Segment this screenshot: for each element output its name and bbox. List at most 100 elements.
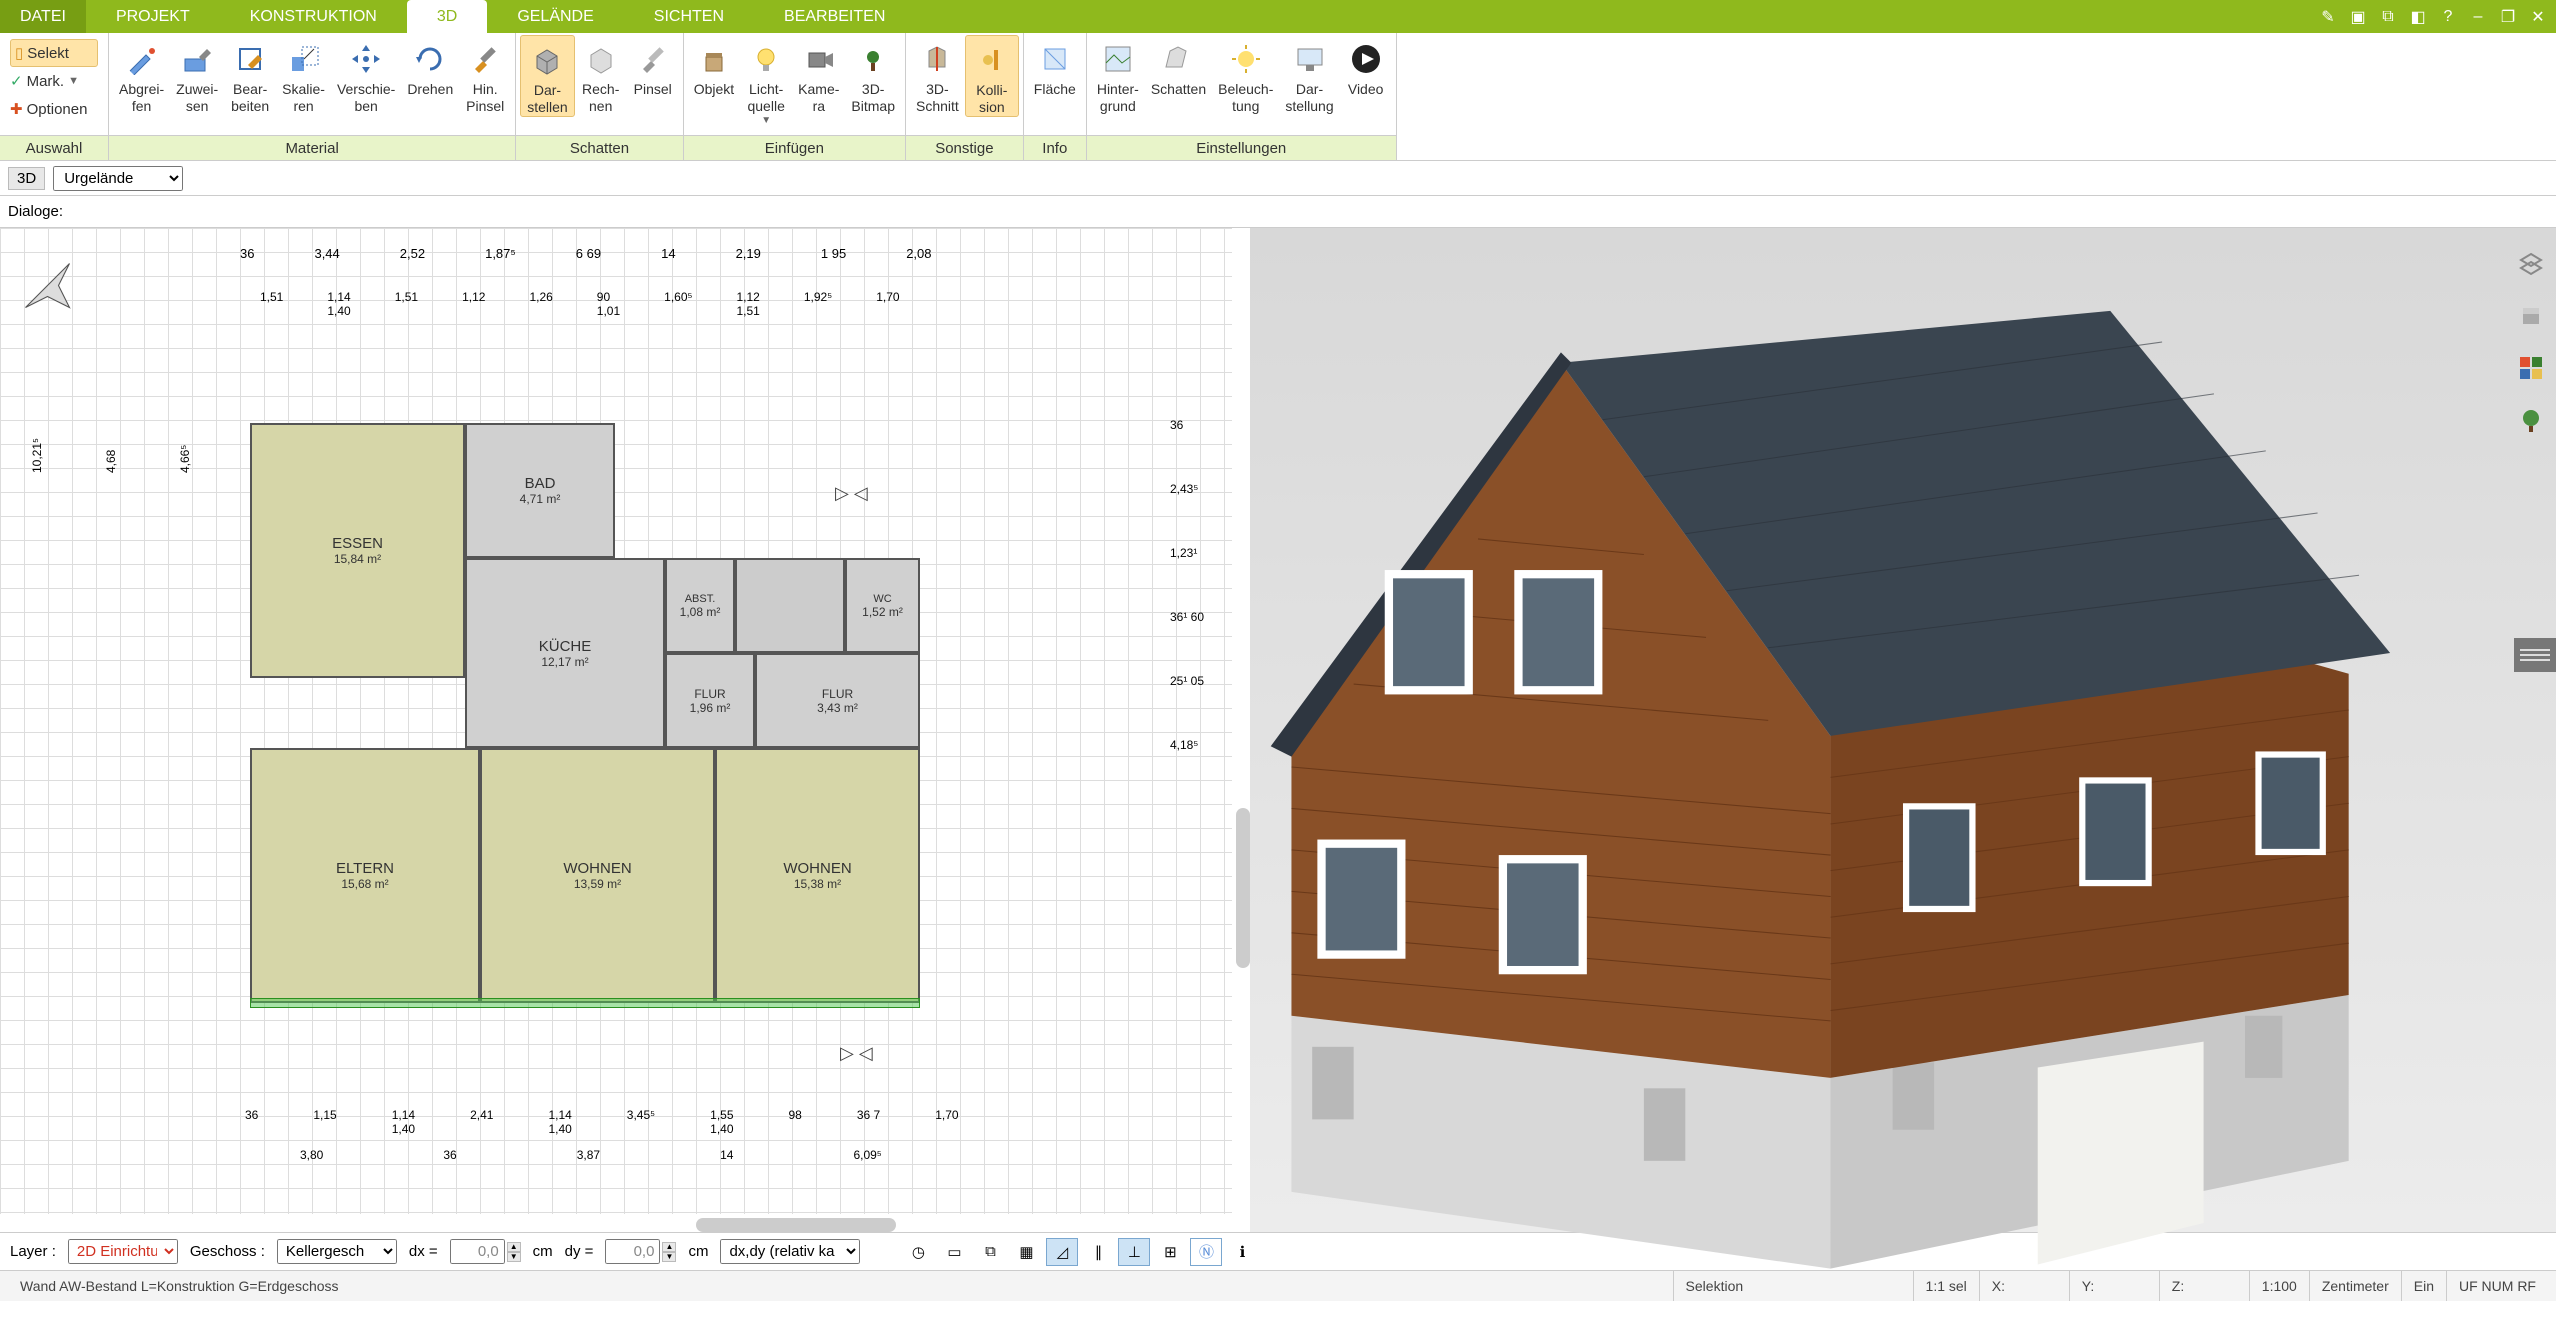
hinpinsel-button[interactable]: Hin. Pinsel: [459, 35, 511, 115]
dialoge-label: Dialoge:: [8, 203, 63, 220]
room-wohnen2[interactable]: WOHNEN15,38 m²: [715, 748, 920, 1003]
lichtquelle-button[interactable]: Licht- quelle▼: [740, 35, 792, 126]
window-buttons: ✎ ▣ ⧉ ◧ ? – ❐ ✕: [2316, 0, 2556, 33]
kollision-button[interactable]: Kolli- sion: [965, 35, 1019, 117]
tool-icon-3[interactable]: ⧉: [2376, 5, 2400, 29]
dx-input[interactable]: [450, 1239, 505, 1264]
schatten-settings-button[interactable]: Schatten: [1145, 35, 1212, 98]
stair-area[interactable]: [735, 558, 845, 653]
ribbon-group-einfuegen: Objekt Licht- quelle▼ Kame- ra 3D- Bitma…: [684, 33, 906, 160]
room-kueche[interactable]: KÜCHE12,17 m²: [465, 558, 665, 748]
drehen-button[interactable]: Drehen: [401, 35, 459, 98]
dims-top: 363,442,521,87⁵6 69142,191 952,08: [240, 246, 932, 261]
beleuchtung-button[interactable]: Beleuch- tung: [1212, 35, 1279, 115]
room-wohnen1[interactable]: WOHNEN13,59 m²: [480, 748, 715, 1003]
optionen-button[interactable]: ✚Optionen: [10, 95, 98, 123]
selekt-button[interactable]: ▯Selekt: [10, 39, 98, 67]
abgreifen-button[interactable]: Abgrei- fen: [113, 35, 170, 115]
plants-icon[interactable]: [2515, 404, 2547, 436]
hintergrund-button[interactable]: Hinter- grund: [1091, 35, 1145, 115]
zuweisen-button[interactable]: Zuwei- sen: [170, 35, 224, 115]
dx-up[interactable]: ▲: [507, 1242, 521, 1252]
snap-grid-icon[interactable]: ⊞: [1154, 1238, 1186, 1266]
bearbeiten-button[interactable]: Bear- beiten: [224, 35, 276, 115]
selected-wall[interactable]: [250, 998, 920, 1008]
status-ein: Ein: [2401, 1271, 2446, 1301]
dy-down[interactable]: ▼: [662, 1252, 676, 1262]
2d-view[interactable]: 363,442,521,87⁵6 69142,191 952,08 1,511,…: [0, 228, 1250, 1232]
darstellen-button[interactable]: Dar- stellen: [520, 35, 574, 117]
close-icon[interactable]: ✕: [2526, 5, 2550, 29]
3d-view[interactable]: [1250, 228, 2556, 1232]
help-icon[interactable]: ?: [2436, 5, 2460, 29]
snap-color-icon[interactable]: ▦: [1010, 1238, 1042, 1266]
dy-up[interactable]: ▲: [662, 1242, 676, 1252]
minimize-icon[interactable]: –: [2466, 5, 2490, 29]
video-button[interactable]: Video: [1340, 35, 1392, 98]
snap-north-icon[interactable]: Ⓝ: [1190, 1238, 1222, 1266]
status-scale: 1:100: [2249, 1271, 2309, 1301]
group-label-schatten: Schatten: [516, 135, 682, 160]
ribbon-group-sonstige: 3D- Schnitt Kolli- sion Sonstige: [906, 33, 1024, 160]
ribbon-group-einstellungen: Hinter- grund Schatten Beleuch- tung Dar…: [1087, 33, 1397, 160]
pinsel-button[interactable]: Pinsel: [627, 35, 679, 98]
floorplan: ESSEN15,84 m² BAD4,71 m² KÜCHE12,17 m² A…: [250, 423, 980, 1033]
maximize-icon[interactable]: ❐: [2496, 5, 2520, 29]
layer-select[interactable]: 2D Einrichtu: [68, 1239, 178, 1264]
dims-top2: 1,511,14 1,401,511,121,2690 1,011,60⁵1,1…: [260, 290, 900, 318]
materials-icon[interactable]: [2515, 352, 2547, 384]
room-essen[interactable]: ESSEN15,84 m²: [250, 423, 465, 678]
room-flur1[interactable]: FLUR1,96 m²: [665, 653, 755, 748]
tool-icon-1[interactable]: ✎: [2316, 5, 2340, 29]
side-panel-handle[interactable]: [2514, 638, 2556, 672]
section-mark-bottom: ▷ ◁: [840, 1043, 873, 1064]
dx-down[interactable]: ▼: [507, 1252, 521, 1262]
room-wc[interactable]: WC1,52 m²: [845, 558, 920, 653]
north-arrow-icon: [20, 258, 75, 313]
room-abst[interactable]: ABST.1,08 m²: [665, 558, 735, 653]
darstellung-button[interactable]: Dar- stellung: [1279, 35, 1339, 115]
status-info: Wand AW-Bestand L=Konstruktion G=Erdgesc…: [8, 1271, 1673, 1301]
2d-scrollbar-v[interactable]: [1236, 808, 1250, 968]
3dschnitt-button[interactable]: 3D- Schnitt: [910, 35, 965, 115]
mark-button[interactable]: ✓Mark.▼: [10, 67, 98, 95]
2d-scrollbar-h[interactable]: [696, 1218, 896, 1232]
menu-tab-sichten[interactable]: SICHTEN: [624, 0, 754, 33]
layers-icon[interactable]: [2515, 248, 2547, 280]
rechnen-button[interactable]: Rech- nen: [575, 35, 627, 115]
room-eltern[interactable]: ELTERN15,68 m²: [250, 748, 480, 1003]
snap-perp-icon[interactable]: ⊥: [1118, 1238, 1150, 1266]
dy-input[interactable]: [605, 1239, 660, 1264]
status-selektion: Selektion: [1673, 1271, 1913, 1301]
snap-layers-icon[interactable]: ⧉: [974, 1238, 1006, 1266]
snap-time-icon[interactable]: ◷: [902, 1238, 934, 1266]
menu-tab-3d[interactable]: 3D: [407, 0, 487, 33]
menu-tab-bearbeiten[interactable]: BEARBEITEN: [754, 0, 915, 33]
objekt-button[interactable]: Objekt: [688, 35, 740, 98]
snap-parallel-icon[interactable]: ∥: [1082, 1238, 1114, 1266]
room-bad[interactable]: BAD4,71 m²: [465, 423, 615, 558]
skalieren-button[interactable]: Skalie- ren: [276, 35, 331, 115]
dy-label: dy =: [565, 1243, 594, 1260]
snap-rect-icon[interactable]: ▭: [938, 1238, 970, 1266]
menu-tab-gelaende[interactable]: GELÄNDE: [487, 0, 623, 33]
flaeche-button[interactable]: Fläche: [1028, 35, 1082, 98]
3dbitmap-button[interactable]: 3D- Bitmap: [845, 35, 901, 115]
menu-tab-datei[interactable]: DATEI: [0, 0, 86, 33]
furniture-icon[interactable]: [2515, 300, 2547, 332]
kamera-button[interactable]: Kame- ra: [792, 35, 845, 115]
layer-label: Layer :: [10, 1243, 56, 1260]
terrain-select[interactable]: Urgelände: [53, 166, 183, 191]
snap-angle-icon[interactable]: ◿: [1046, 1238, 1078, 1266]
room-flur2[interactable]: FLUR3,43 m²: [755, 653, 920, 748]
status-y: Y:: [2069, 1271, 2159, 1301]
menu-tab-projekt[interactable]: PROJEKT: [86, 0, 220, 33]
tool-icon-2[interactable]: ▣: [2346, 5, 2370, 29]
verschieben-button[interactable]: Verschie- ben: [331, 35, 401, 115]
unit-cm-1: cm: [533, 1243, 553, 1260]
relative-select[interactable]: dx,dy (relativ ka: [720, 1239, 860, 1264]
menu-tab-konstruktion[interactable]: KONSTRUKTION: [220, 0, 407, 33]
geschoss-select[interactable]: Kellergesch: [277, 1239, 397, 1264]
tool-icon-4[interactable]: ◧: [2406, 5, 2430, 29]
snap-icons: ◷ ▭ ⧉ ▦ ◿ ∥ ⊥ ⊞ Ⓝ ℹ: [902, 1238, 1258, 1266]
